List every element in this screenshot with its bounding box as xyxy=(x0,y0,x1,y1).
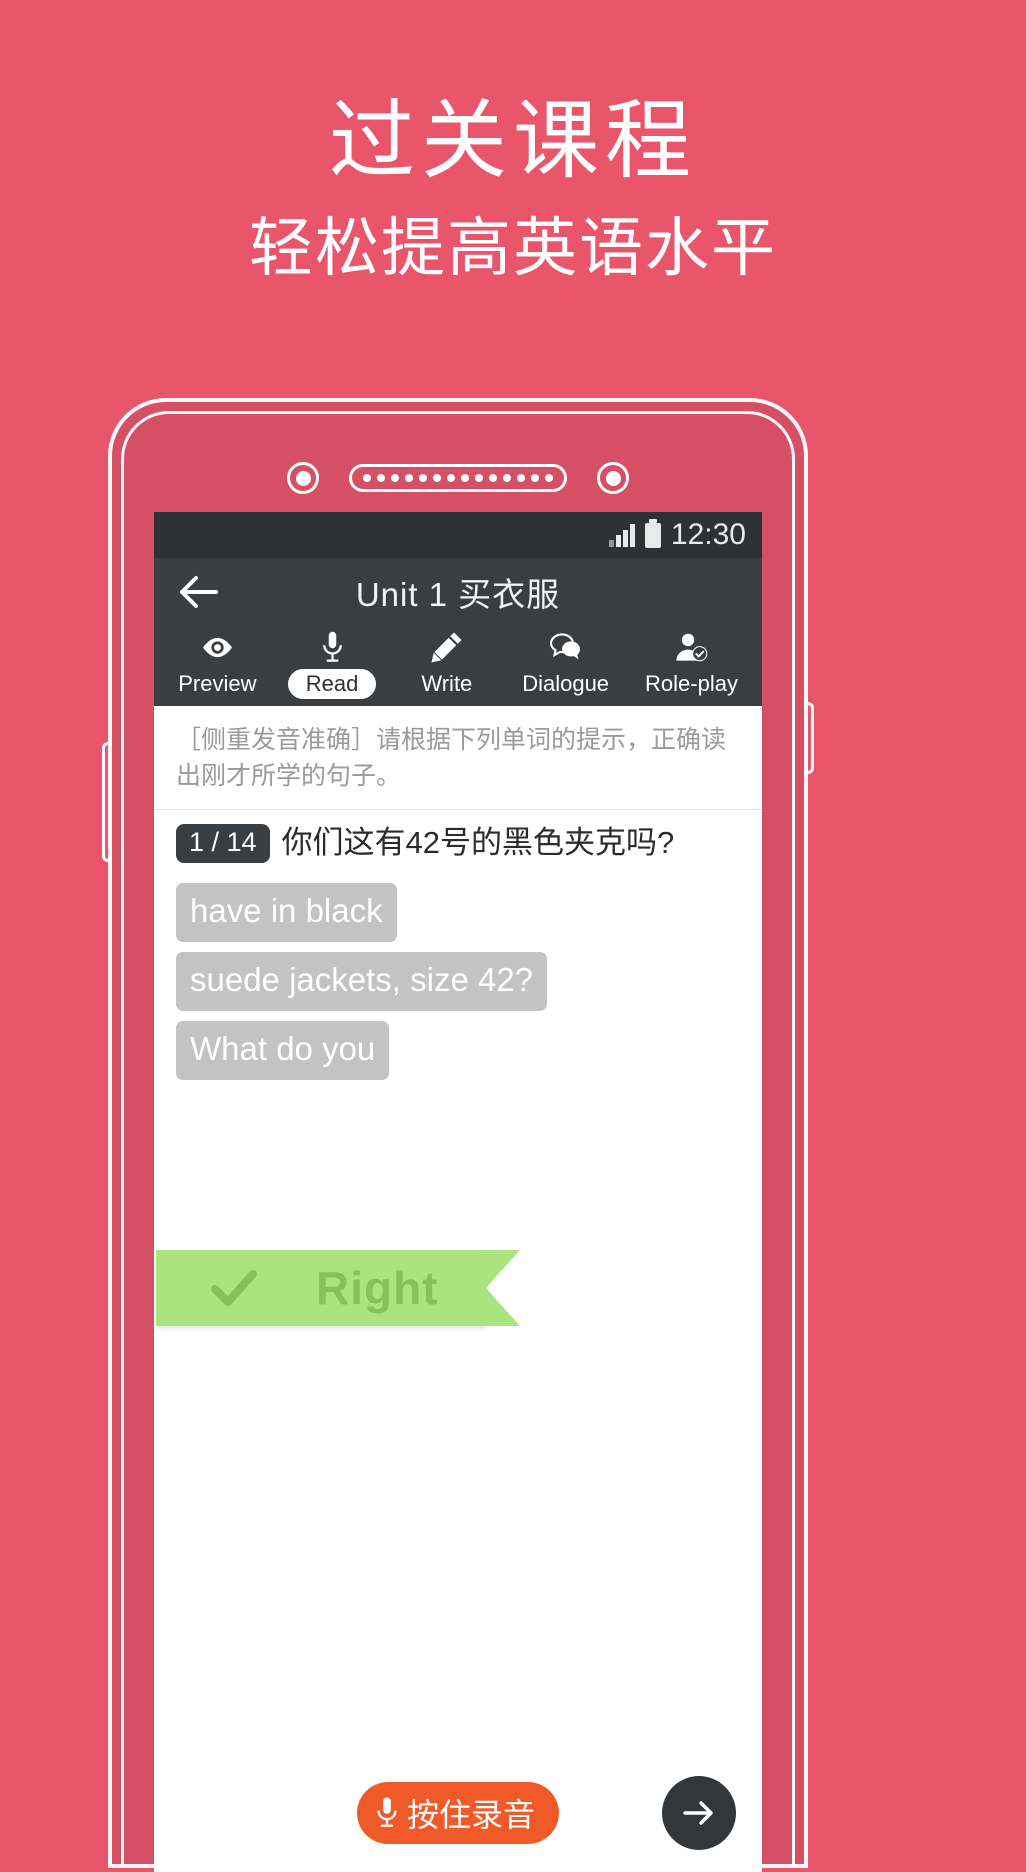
back-arrow-icon[interactable] xyxy=(172,566,224,618)
word-chip[interactable]: have in black xyxy=(176,882,397,942)
tab-read-label: Read xyxy=(287,669,377,700)
sensor-icon xyxy=(597,462,629,494)
signal-bars-icon xyxy=(608,523,635,547)
tab-read[interactable]: Read xyxy=(275,630,390,700)
result-label: Right xyxy=(316,1262,439,1315)
phone-mockup: 12:30 Unit 1 买衣服 Preview Read Write Dial… xyxy=(102,398,814,1872)
microphone-icon xyxy=(377,1797,397,1827)
tab-preview-label: Preview xyxy=(178,671,257,696)
word-chip[interactable]: suede jackets, size 42? xyxy=(176,951,548,1012)
arrow-right-icon xyxy=(683,1801,713,1825)
speaker-grille-icon xyxy=(349,464,567,492)
page-title: Unit 1 买衣服 xyxy=(355,576,561,613)
bottom-bar: 按住录音 xyxy=(154,1754,762,1872)
phone-top-bezel xyxy=(112,448,804,508)
question-row: 1 / 14 你们这有42号的黑色夹克吗? xyxy=(154,810,762,869)
promo-subtitle: 轻松提高英语水平 xyxy=(249,212,777,285)
word-chip-list: have in black suede jackets, size 42? Wh… xyxy=(154,869,762,1081)
tab-bar: Preview Read Write Dialogue Role-play xyxy=(154,626,762,706)
person-check-icon xyxy=(675,630,708,664)
tab-preview[interactable]: Preview xyxy=(160,630,275,699)
question-text: 你们这有42号的黑色夹克吗? xyxy=(281,825,675,861)
eye-icon xyxy=(201,630,234,664)
camera-icon xyxy=(287,462,319,494)
tab-role-play-label: Role-play xyxy=(645,671,738,696)
next-button[interactable] xyxy=(662,1776,736,1850)
tab-dialogue[interactable]: Dialogue xyxy=(504,630,627,699)
result-ribbon-wrapper: Right xyxy=(154,1250,762,1327)
battery-icon xyxy=(644,518,661,548)
phone-power-button xyxy=(804,702,814,774)
tab-role-play[interactable]: Role-play xyxy=(627,630,756,699)
question-counter-badge: 1 / 14 xyxy=(176,823,270,863)
promo-title: 过关课程 xyxy=(329,93,697,189)
tab-dialogue-label: Dialogue xyxy=(522,671,610,696)
status-bar: 12:30 xyxy=(154,512,762,558)
tab-write[interactable]: Write xyxy=(389,630,504,699)
word-chip[interactable]: What do you xyxy=(176,1021,390,1081)
record-button[interactable]: 按住录音 xyxy=(356,1782,559,1844)
check-icon xyxy=(210,1264,258,1312)
status-clock: 12:30 xyxy=(670,518,746,551)
microphone-icon xyxy=(316,630,349,664)
phone-screen: 12:30 Unit 1 买衣服 Preview Read Write Dial… xyxy=(154,512,762,1872)
tab-write-label: Write xyxy=(421,671,473,696)
result-ribbon: Right xyxy=(156,1250,520,1327)
speech-bubbles-icon xyxy=(549,630,582,664)
pencil-icon xyxy=(430,630,463,664)
title-bar: Unit 1 买衣服 xyxy=(154,558,762,626)
instruction-text: ［侧重发音准确］请根据下列单词的提示，正确读出刚才所学的句子。 xyxy=(154,706,762,810)
phone-volume-button xyxy=(102,742,112,862)
record-button-label: 按住录音 xyxy=(406,1797,535,1833)
promo-header: 过关课程 轻松提高英语水平 xyxy=(0,0,1026,286)
